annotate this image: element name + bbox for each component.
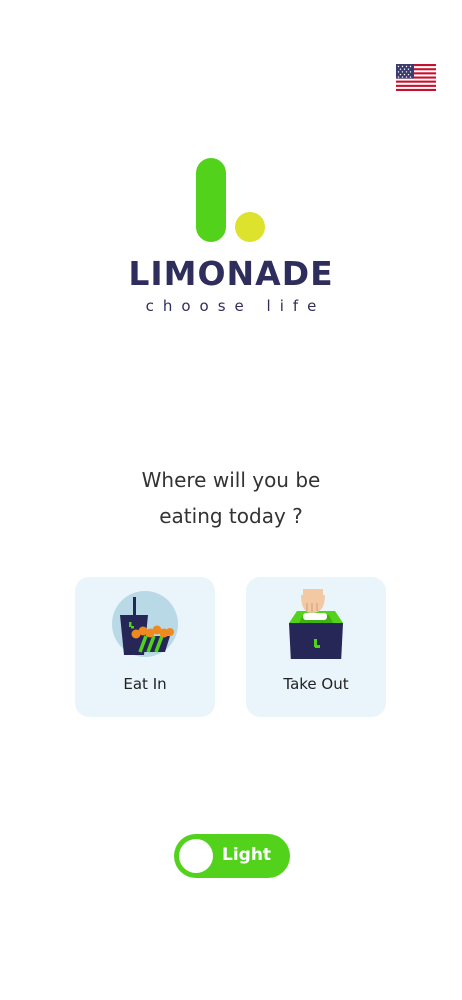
limonade-logo-icon bbox=[196, 158, 265, 242]
brand-name: LIMONADE bbox=[128, 254, 334, 293]
take-out-label: Take Out bbox=[283, 675, 349, 693]
question-line-1: Where will you be bbox=[141, 468, 321, 492]
us-flag-icon[interactable] bbox=[396, 64, 436, 91]
eat-in-label: Eat In bbox=[123, 675, 167, 693]
eat-in-icon bbox=[112, 591, 178, 657]
brand-tagline: choose life bbox=[145, 297, 326, 315]
dining-question: Where will you be eating today ? bbox=[0, 462, 462, 534]
eat-in-option[interactable]: Eat In bbox=[75, 577, 215, 717]
take-out-option[interactable]: Take Out bbox=[246, 577, 386, 717]
theme-toggle[interactable]: Light bbox=[174, 834, 290, 878]
take-out-icon bbox=[289, 589, 343, 659]
question-line-2: eating today ? bbox=[159, 504, 303, 528]
theme-toggle-label: Light bbox=[222, 845, 272, 865]
toggle-knob[interactable] bbox=[179, 839, 213, 873]
